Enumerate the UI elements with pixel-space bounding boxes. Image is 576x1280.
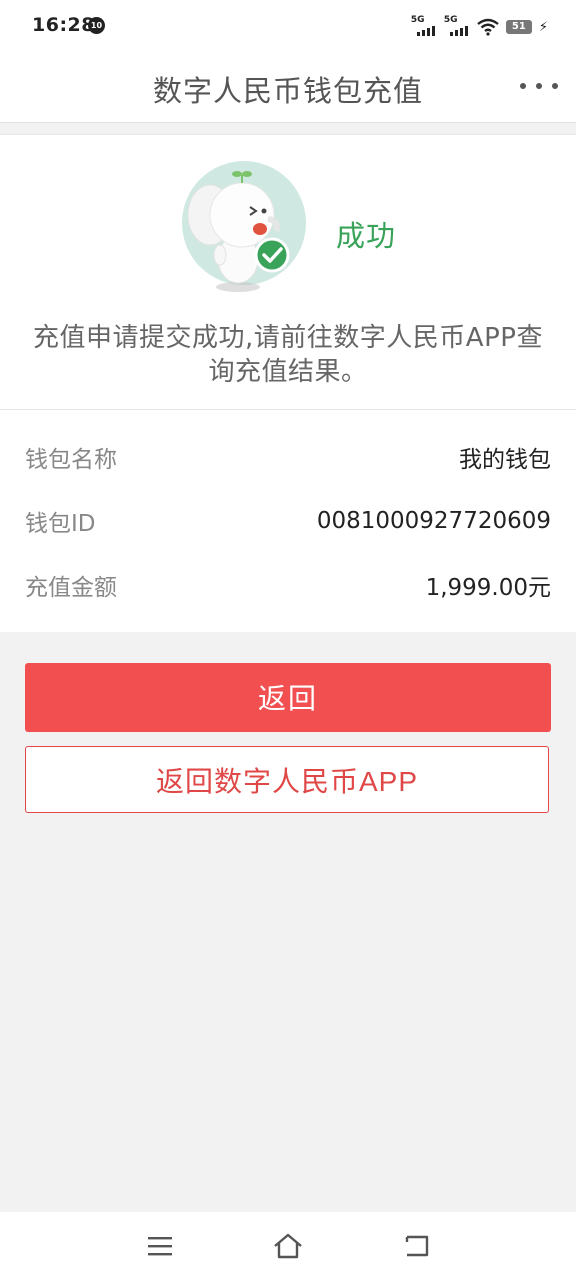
- menu-icon[interactable]: [142, 1228, 178, 1264]
- back-to-app-button[interactable]: 返回数字人民币APP: [25, 746, 549, 813]
- wallet-details: 钱包名称 我的钱包 钱包ID 0081000927720609 充值金额 1,9…: [0, 410, 576, 632]
- system-nav-bar: [0, 1212, 576, 1280]
- battery-icon: 51: [505, 20, 532, 34]
- page-title: 数字人民币钱包充值: [152, 74, 423, 108]
- detail-value: 我的钱包: [459, 447, 551, 473]
- status-bar: 16:28 10 5G 5G 51 ⚡: [0, 0, 576, 54]
- result-message: 充值申请提交成功,请前往数字人民币APP查询充值结果。: [33, 323, 543, 387]
- signal-label: 5G: [443, 15, 458, 25]
- detail-row-wallet-id: 钱包ID 0081000927720609: [25, 501, 551, 541]
- back-icon[interactable]: [398, 1228, 434, 1264]
- detail-value: 1,999.00元: [425, 575, 551, 601]
- elephant-mascot-check-icon: [182, 161, 306, 292]
- signal-5g-icon: 5G: [443, 15, 470, 38]
- result-card: 成功 充值申请提交成功,请前往数字人民币APP查询充值结果。: [0, 134, 576, 410]
- detail-label: 充值金额: [25, 575, 117, 601]
- wifi-icon: [477, 18, 499, 36]
- detail-label: 钱包ID: [25, 511, 96, 537]
- detail-value: 0081000927720609: [316, 508, 551, 534]
- home-icon[interactable]: [270, 1228, 306, 1264]
- back-button[interactable]: 返回: [25, 663, 551, 732]
- detail-row-wallet-name: 钱包名称 我的钱包: [25, 437, 551, 477]
- notification-badge-icon: 10: [88, 17, 105, 34]
- status-time: 16:28: [32, 14, 95, 36]
- detail-row-amount: 充值金额 1,999.00元: [25, 565, 551, 605]
- title-bar: 数字人民币钱包充值: [0, 54, 576, 123]
- detail-label: 钱包名称: [25, 447, 117, 473]
- signal-5g-icon: 5G: [410, 15, 437, 38]
- status-indicators: 5G 5G 51 ⚡: [411, 15, 548, 39]
- success-status: 成功: [336, 219, 397, 253]
- charging-icon: ⚡: [538, 19, 548, 35]
- signal-label: 5G: [410, 15, 425, 25]
- more-dots-icon[interactable]: [520, 74, 558, 98]
